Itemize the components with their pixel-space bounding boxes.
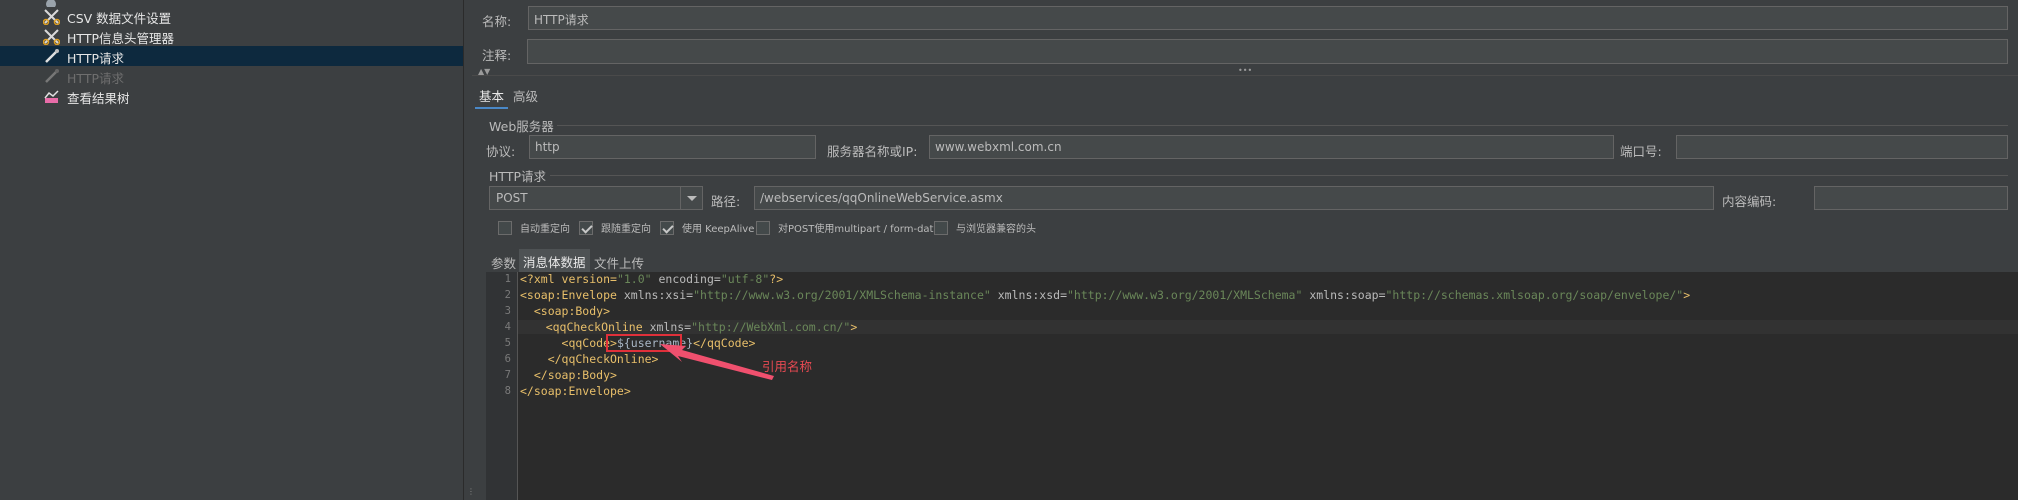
- encoding-field[interactable]: [1814, 186, 2008, 210]
- chart-icon: [43, 88, 60, 105]
- code-line: <soap:Body>: [520, 304, 611, 318]
- tree-item-header-manager[interactable]: HTTP信息头管理器: [0, 26, 463, 46]
- checkbox-box[interactable]: [934, 220, 948, 235]
- code-line: </soap:Envelope>: [520, 384, 631, 398]
- checkbox-label: 跟随重定向: [601, 224, 651, 235]
- divider: [550, 175, 2008, 176]
- checkbox-auto-redirect[interactable]: 自动重定向: [498, 220, 570, 235]
- annotation-arrow-icon: [660, 344, 774, 380]
- name-label: 名称:: [482, 14, 512, 29]
- splitter-grip-icon: ⋮: [467, 487, 475, 496]
- checkbox-box[interactable]: [579, 220, 593, 235]
- line-number: 7: [504, 369, 511, 381]
- pipette-icon: [43, 68, 60, 85]
- http-request-panel: 名称: HTTP请求 注释: ▲▼ ••• 基本 高级 Web服务器 协议: h…: [472, 0, 2018, 500]
- method-select[interactable]: POST: [489, 186, 703, 210]
- tree-item-label: CSV 数据文件设置: [67, 11, 172, 26]
- checkbox-label: 对POST使用multipart / form-data: [778, 224, 940, 235]
- server-label: 服务器名称或IP:: [827, 144, 918, 159]
- checkbox-box[interactable]: [498, 220, 512, 235]
- checkbox-follow-redirect[interactable]: 跟随重定向: [579, 220, 651, 235]
- checkbox-box[interactable]: [660, 220, 674, 235]
- tree-item-view-results-tree[interactable]: 查看结果树: [0, 86, 463, 106]
- name-field[interactable]: HTTP请求: [528, 6, 2008, 30]
- protocol-label: 协议:: [486, 144, 516, 159]
- checkbox-keepalive[interactable]: 使用 KeepAlive: [660, 220, 754, 235]
- tab-advanced[interactable]: 高级: [509, 84, 542, 107]
- tree-item-http-request-selected[interactable]: HTTP请求: [0, 46, 463, 66]
- checkbox-label: 使用 KeepAlive: [682, 224, 755, 235]
- checkbox-multipart[interactable]: 对POST使用multipart / form-data: [756, 220, 940, 235]
- splitter[interactable]: ⋮: [463, 0, 475, 500]
- chevron-down-icon[interactable]: [680, 187, 702, 209]
- test-plan-tree: CSV 数据文件设置 HTTP信息头管理器 HTTP请求 HTTP请求 查看结果…: [0, 0, 463, 500]
- protocol-field[interactable]: http: [529, 135, 816, 159]
- comment-label: 注释:: [482, 48, 512, 63]
- line-number: 8: [504, 385, 511, 397]
- port-field[interactable]: [1676, 135, 2008, 159]
- scissors-icon: [42, 8, 61, 26]
- tab-files-upload[interactable]: 文件上传: [590, 251, 648, 274]
- checkbox-label: 自动重定向: [520, 224, 570, 235]
- path-label: 路径:: [711, 194, 741, 209]
- divider: [557, 125, 2008, 126]
- line-number: 3: [504, 305, 511, 317]
- web-server-group-title: Web服务器: [489, 119, 554, 134]
- tab-body-data[interactable]: 消息体数据: [519, 249, 590, 274]
- code-line: </qqCheckOnline>: [520, 352, 659, 366]
- tree-item-csv-data-set[interactable]: CSV 数据文件设置: [0, 6, 463, 26]
- line-number: 5: [504, 337, 511, 349]
- code-line: <soap:Envelope xmlns:xsi="http://www.w3.…: [520, 288, 1691, 302]
- tree-item-label: 查看结果树: [67, 91, 130, 106]
- line-number: 4: [504, 321, 511, 333]
- comment-field[interactable]: [527, 39, 2008, 64]
- tree-item-http-request-disabled[interactable]: HTTP请求: [0, 66, 463, 86]
- tab-basic[interactable]: 基本: [475, 84, 509, 109]
- tree-item-label: HTTP请求: [67, 71, 124, 86]
- drag-handle-icon[interactable]: •••: [1238, 66, 1252, 75]
- method-value: POST: [496, 191, 528, 205]
- checkbox-box[interactable]: [756, 220, 770, 235]
- port-label: 端口号:: [1620, 144, 1662, 159]
- path-field[interactable]: /webservices/qqOnlineWebService.asmx: [754, 186, 1714, 210]
- line-number: 1: [504, 273, 511, 285]
- body-data-editor[interactable]: 1 2 3 4 5 6 7 8 <?xml version="1.0" enco…: [486, 272, 2018, 500]
- scissors-icon: [42, 28, 61, 46]
- checkbox-label: 与浏览器兼容的头: [956, 224, 1036, 235]
- code-line: <?xml version="1.0" encoding="utf-8"?>: [520, 272, 784, 286]
- tree-item-label: HTTP请求: [67, 51, 124, 66]
- line-number: 6: [504, 353, 511, 365]
- tree-item-label: HTTP信息头管理器: [67, 31, 174, 46]
- line-number: 2: [504, 289, 511, 301]
- annotation-label: 引用名称: [762, 359, 813, 374]
- checkbox-browser-headers[interactable]: 与浏览器兼容的头: [934, 220, 1036, 235]
- line-number-gutter: 1 2 3 4 5 6 7 8: [486, 272, 518, 500]
- code-line: </soap:Body>: [520, 368, 617, 382]
- server-field[interactable]: www.webxml.com.cn: [929, 135, 1614, 159]
- divider: [472, 75, 2018, 76]
- tab-parameters[interactable]: 参数: [487, 251, 520, 274]
- http-request-group-title: HTTP请求: [489, 169, 546, 184]
- pipette-icon: [43, 48, 60, 65]
- encoding-label: 内容编码:: [1722, 194, 1777, 209]
- code-line-current: <qqCheckOnline xmlns="http://WebXml.com.…: [518, 320, 2018, 334]
